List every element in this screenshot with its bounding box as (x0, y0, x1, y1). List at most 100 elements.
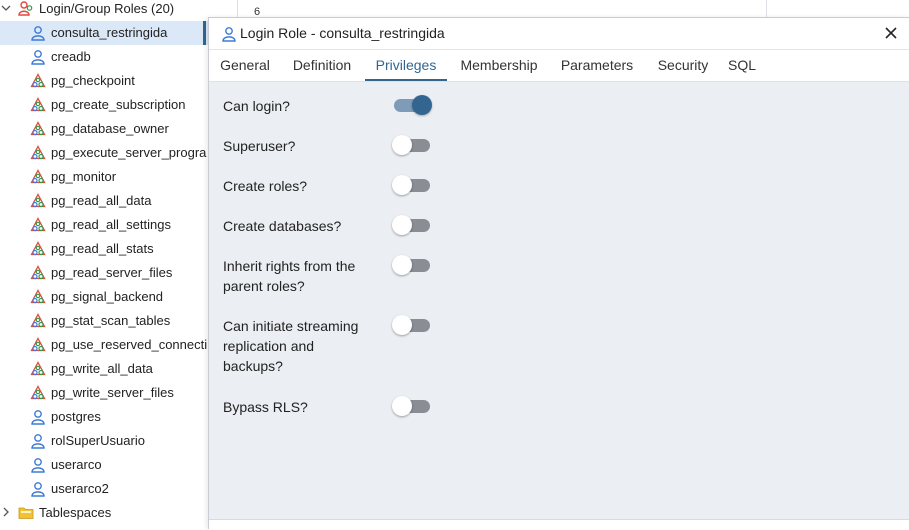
dialog-header[interactable]: Login Role - consulta_restringida (209, 18, 909, 50)
tree-item-role[interactable]: pg_signal_backend (0, 285, 209, 309)
tree-item-label: pg_read_all_settings (51, 217, 171, 232)
can-login-label: Can login? (223, 98, 290, 114)
create-roles-switch[interactable] (392, 175, 430, 195)
tree-item-role[interactable]: pg_read_all_settings (0, 213, 209, 237)
group-role-icon (30, 289, 46, 305)
tree-item-label: postgres (51, 409, 101, 424)
login-role-dialog: Login Role - consulta_restringida Genera… (208, 17, 909, 530)
group-role-icon (30, 217, 46, 233)
group-role-icon (30, 361, 46, 377)
group-role-icon (30, 265, 46, 281)
switch-knob (392, 215, 412, 235)
close-icon[interactable] (882, 24, 900, 42)
bypass-rls-switch[interactable] (392, 396, 430, 416)
tree-item-label: pg_read_all_data (51, 193, 152, 208)
tree-item-role[interactable]: creadb (0, 45, 209, 69)
tree-item-label: pg_write_server_files (51, 385, 174, 400)
tree-item-label: pg_create_subscription (51, 97, 186, 112)
login-role-icon (30, 409, 46, 425)
tree-item-role[interactable]: pg_read_all_data (0, 189, 209, 213)
can-initiate-replication-label: Can initiate streaming replication and b… (223, 318, 359, 374)
tree-item-label: pg_use_reserved_connecti (51, 337, 208, 352)
tree-item-role[interactable]: userarco (0, 453, 209, 477)
group-role-icon (30, 121, 46, 137)
tree-group-tablespaces[interactable]: Tablespaces (0, 501, 209, 525)
tree-item-role[interactable]: pg_checkpoint (0, 69, 209, 93)
tree-item-label: userarco2 (51, 481, 109, 496)
tree-item-label: creadb (51, 49, 91, 64)
background-editor-frame (237, 0, 767, 18)
tree-item-label: pg_database_owner (51, 121, 169, 136)
tree-item-role[interactable]: pg_write_all_data (0, 357, 209, 381)
tab-security[interactable]: Security (650, 50, 716, 81)
tab-privileges[interactable]: Privileges (365, 50, 447, 81)
tree-item-role[interactable]: pg_write_server_files (0, 381, 209, 405)
group-role-icon (30, 97, 46, 113)
tree-item-role[interactable]: rolSuperUsuario (0, 429, 209, 453)
tree-item-role[interactable]: pg_stat_scan_tables (0, 309, 209, 333)
create-databases-label: Create databases? (223, 218, 342, 234)
tree-group-login-roles[interactable]: Login/Group Roles (20) (0, 0, 209, 21)
tree-item-role[interactable]: pg_database_owner (0, 117, 209, 141)
group-role-icon (18, 0, 34, 16)
create-databases-switch[interactable] (392, 215, 430, 235)
tab-general[interactable]: General (211, 50, 279, 81)
group-role-icon (30, 169, 46, 185)
group-role-icon (30, 73, 46, 89)
tree-item-label: pg_checkpoint (51, 73, 135, 88)
login-role-icon (221, 26, 237, 42)
dialog-footer (209, 519, 909, 530)
tree-item-role[interactable]: userarco2 (0, 477, 209, 501)
group-role-icon (30, 313, 46, 329)
tree-item-role[interactable]: pg_read_all_stats (0, 237, 209, 261)
chevron-down-icon[interactable] (0, 3, 12, 16)
group-role-icon (30, 337, 46, 353)
tab-sql[interactable]: SQL (725, 50, 759, 81)
login-role-icon (30, 457, 46, 473)
selection-indicator (203, 21, 206, 45)
tab-definition[interactable]: Definition (283, 50, 361, 81)
tree-item-label: userarco (51, 457, 102, 472)
dialog-title: Login Role - consulta_restringida (240, 25, 445, 41)
tree-item-label: rolSuperUsuario (51, 433, 145, 448)
tree-item-role[interactable]: pg_read_server_files (0, 261, 209, 285)
switch-knob (392, 315, 412, 335)
login-role-icon (30, 49, 46, 65)
switch-knob (392, 255, 412, 275)
bypass-rls-label: Bypass RLS? (223, 399, 308, 415)
switch-knob (392, 396, 412, 416)
tree-item-label: pg_write_all_data (51, 361, 153, 376)
tree-item-label: pg_monitor (51, 169, 117, 184)
tree-item-role[interactable]: pg_create_subscription (0, 93, 209, 117)
tree-item-label: pg_read_all_stats (51, 241, 154, 256)
dialog-tab-bar: General Definition Privileges Membership… (209, 50, 909, 82)
group-role-icon (30, 385, 46, 401)
group-role-icon (30, 241, 46, 257)
tree-item-role[interactable]: pg_execute_server_progra (0, 141, 209, 165)
folder-icon (18, 505, 34, 521)
tree-item-label: consulta_restringida (51, 25, 168, 40)
tree-item-label: pg_stat_scan_tables (51, 313, 171, 328)
switch-knob (392, 175, 412, 195)
tree-item-label: pg_signal_backend (51, 289, 164, 304)
tree-item-role[interactable]: postgres (0, 405, 209, 429)
tree-item-role[interactable]: pg_use_reserved_connecti (0, 333, 209, 357)
tree-item-role[interactable]: consulta_restringida (0, 21, 209, 45)
tree-item-role[interactable]: pg_monitor (0, 165, 209, 189)
can-initiate-replication-switch[interactable] (392, 315, 430, 335)
tree-item-label: pg_read_server_files (51, 265, 173, 280)
tab-parameters[interactable]: Parameters (554, 50, 640, 81)
superuser-switch[interactable] (392, 135, 430, 155)
inherit-rights-switch[interactable] (392, 255, 430, 275)
login-role-icon (30, 25, 46, 41)
tab-membership[interactable]: Membership (452, 50, 546, 81)
chevron-right-icon[interactable] (0, 507, 12, 520)
login-role-icon (30, 433, 46, 449)
privileges-panel: Can login? Superuser? Create roles? Create … (209, 82, 909, 519)
tree-group-label: Login/Group Roles (20) (39, 1, 175, 16)
switch-knob (392, 135, 412, 155)
login-role-icon (30, 481, 46, 497)
can-login-switch[interactable] (394, 95, 432, 115)
tree-tablespaces-label: Tablespaces (39, 505, 112, 520)
inherit-rights-label: Inherit rights from the parent roles? (223, 258, 356, 294)
